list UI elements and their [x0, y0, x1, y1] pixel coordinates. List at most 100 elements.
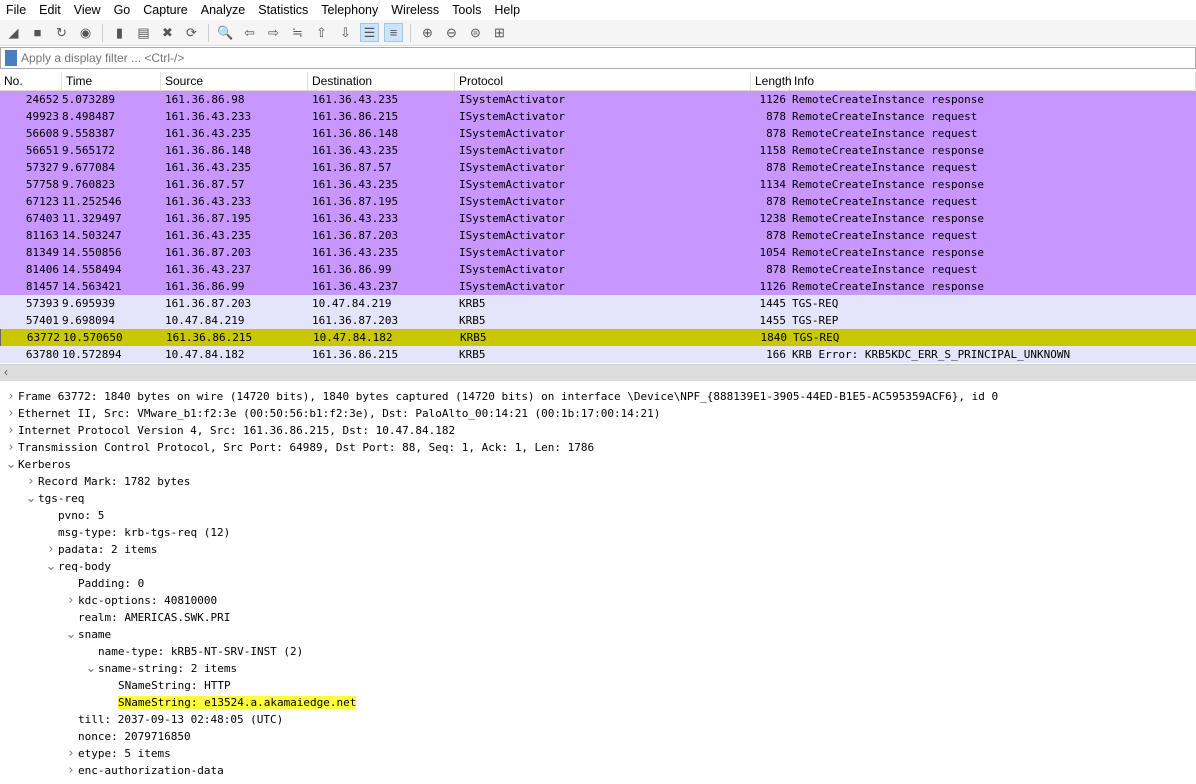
detail-item[interactable]: ⌄ Kerberos	[0, 456, 1196, 473]
detail-item[interactable]: › etype: 5 items	[0, 745, 1196, 762]
zoom-in-icon[interactable]: ⊕	[418, 23, 437, 42]
detail-item[interactable]: › enc-authorization-data	[0, 762, 1196, 779]
scroll-left-icon[interactable]: ‹	[4, 365, 8, 379]
detail-item[interactable]: name-type: kRB5-NT-SRV-INST (2)	[0, 643, 1196, 660]
autoscroll-icon[interactable]: ☰	[360, 23, 379, 42]
chevron-right-icon[interactable]: ›	[64, 745, 78, 762]
chevron-down-icon[interactable]: ⌄	[44, 558, 58, 575]
detail-item[interactable]: nonce: 2079716850	[0, 728, 1196, 745]
detail-item[interactable]: realm: AMERICAS.SWK.PRI	[0, 609, 1196, 626]
go-last-icon[interactable]: ⇩	[336, 23, 355, 42]
menu-analyze[interactable]: Analyze	[201, 3, 245, 17]
column-time[interactable]: Time	[62, 72, 161, 90]
detail-item[interactable]: ⌄ tgs-req	[0, 490, 1196, 507]
detail-item[interactable]: pvno: 5	[0, 507, 1196, 524]
chevron-right-icon[interactable]: ›	[64, 592, 78, 609]
chevron-right-icon[interactable]: ›	[44, 541, 58, 558]
detail-item[interactable]: till: 2037-09-13 02:48:05 (UTC)	[0, 711, 1196, 728]
chevron-right-icon[interactable]: ›	[24, 473, 38, 490]
column-protocol[interactable]: Protocol	[455, 72, 751, 90]
packet-row[interactable]: 81457 14.563421 161.36.86.99 161.36.43.237 I…	[0, 278, 1196, 295]
zoom-reset-icon[interactable]: ⊜	[466, 23, 485, 42]
shark-fin-start-icon[interactable]: ◢	[4, 23, 23, 42]
detail-item[interactable]: msg-type: krb-tgs-req (12)	[0, 524, 1196, 541]
packet-row[interactable]: 49923 8.498487 161.36.43.233 161.36.86.215 I…	[0, 108, 1196, 125]
packet-row[interactable]: 63780 10.572894 10.47.84.182 161.36.86.215 K…	[0, 346, 1196, 363]
packet-row[interactable]: 24652 5.073289 161.36.86.98 161.36.43.235 IS…	[0, 91, 1196, 108]
detail-item[interactable]: ⌄ sname	[0, 626, 1196, 643]
packet-row[interactable]: 57401 9.698094 10.47.84.219 161.36.87.203 KR…	[0, 312, 1196, 329]
menu-telephony[interactable]: Telephony	[321, 3, 378, 17]
packet-row[interactable]: 67123 11.252546 161.36.43.233 161.36.87.195…	[0, 193, 1196, 210]
menu-statistics[interactable]: Statistics	[258, 3, 308, 17]
go-forward-icon[interactable]: ⇨	[264, 23, 283, 42]
menu-edit[interactable]: Edit	[39, 3, 61, 17]
cell-info: TGS-REP	[792, 314, 839, 327]
menu-go[interactable]: Go	[114, 3, 131, 17]
packet-row[interactable]: 81349 14.550856 161.36.87.203 161.36.43.235…	[0, 244, 1196, 261]
bookmark-icon[interactable]	[5, 50, 17, 66]
menu-view[interactable]: View	[74, 3, 101, 17]
save-file-icon[interactable]: ▤	[134, 23, 153, 42]
packet-row[interactable]: 57327 9.677084 161.36.43.235 161.36.87.57 IS…	[0, 159, 1196, 176]
display-filter-input[interactable]	[21, 51, 1195, 65]
detail-item[interactable]: ⌄ req-body	[0, 558, 1196, 575]
open-file-icon[interactable]: ▮	[110, 23, 129, 42]
chevron-right-icon[interactable]: ›	[4, 439, 18, 456]
menu-file[interactable]: File	[6, 3, 26, 17]
column-info[interactable]: Info	[790, 72, 1196, 90]
find-packet-icon[interactable]: 🔍	[216, 23, 235, 42]
detail-item[interactable]: › kdc-options: 40810000	[0, 592, 1196, 609]
detail-item[interactable]: ⌄ sname-string: 2 items	[0, 660, 1196, 677]
resize-columns-icon[interactable]: ⊞	[490, 23, 509, 42]
detail-item[interactable]: SNameString: e13524.a.akamaiedge.net	[0, 694, 1196, 711]
detail-item[interactable]: Padding: 0	[0, 575, 1196, 592]
packet-row[interactable]: 81163 14.503247 161.36.43.235 161.36.87.203…	[0, 227, 1196, 244]
stop-icon[interactable]: ■	[28, 23, 47, 42]
detail-item[interactable]: › Internet Protocol Version 4, Src: 161.3…	[0, 422, 1196, 439]
capture-options-icon[interactable]: ◉	[76, 23, 95, 42]
detail-item[interactable]: › padata: 2 items	[0, 541, 1196, 558]
chevron-right-icon[interactable]: ›	[4, 388, 18, 405]
cell-protocol: ISystemActivator	[459, 246, 565, 259]
go-back-icon[interactable]: ⇦	[240, 23, 259, 42]
chevron-down-icon[interactable]: ⌄	[24, 490, 38, 507]
packet-row[interactable]: 67403 11.329497 161.36.87.195 161.36.43.233…	[0, 210, 1196, 227]
packet-row[interactable]: 63772 10.570650 161.36.86.215 10.47.84.182 K…	[0, 329, 1196, 346]
go-to-packet-icon[interactable]: ≒	[288, 23, 307, 42]
column-no[interactable]: No.	[0, 72, 62, 90]
menu-capture[interactable]: Capture	[143, 3, 187, 17]
chevron-right-icon[interactable]: ›	[4, 405, 18, 422]
chevron-down-icon[interactable]: ⌄	[64, 626, 78, 643]
toolbar-separator	[410, 23, 411, 42]
zoom-out-icon[interactable]: ⊖	[442, 23, 461, 42]
chevron-down-icon[interactable]: ⌄	[84, 660, 98, 677]
packet-row[interactable]: 57393 9.695939 161.36.87.203 10.47.84.219 KR…	[0, 295, 1196, 312]
detail-item[interactable]: SNameString: HTTP	[0, 677, 1196, 694]
chevron-right-icon[interactable]: ›	[4, 422, 18, 439]
packet-row[interactable]: 81406 14.558494 161.36.43.237 161.36.86.99 I…	[0, 261, 1196, 278]
detail-item[interactable]: › Transmission Control Protocol, Src Port…	[0, 439, 1196, 456]
detail-item[interactable]: › Ethernet II, Src: VMware_b1:f2:3e (00:5…	[0, 405, 1196, 422]
go-first-icon[interactable]: ⇧	[312, 23, 331, 42]
menu-tools[interactable]: Tools	[452, 3, 481, 17]
horizontal-scrollbar[interactable]: ‹	[0, 364, 1196, 381]
cell-destination: 161.36.87.57	[312, 161, 392, 174]
column-destination[interactable]: Destination	[308, 72, 455, 90]
detail-text: sname	[78, 628, 112, 641]
colorize-icon[interactable]: ≡	[384, 23, 403, 42]
chevron-down-icon[interactable]: ⌄	[4, 456, 18, 473]
reload-file-icon[interactable]: ⟳	[182, 23, 201, 42]
menu-wireless[interactable]: Wireless	[391, 3, 439, 17]
restart-icon[interactable]: ↻	[52, 23, 71, 42]
detail-item[interactable]: › Record Mark: 1782 bytes	[0, 473, 1196, 490]
menu-help[interactable]: Help	[494, 3, 520, 17]
packet-row[interactable]: 56608 9.558387 161.36.43.235 161.36.86.148 I…	[0, 125, 1196, 142]
detail-item[interactable]: › Frame 63772: 1840 bytes on wire (14720 …	[0, 388, 1196, 405]
packet-row[interactable]: 56651 9.565172 161.36.86.148 161.36.43.235 I…	[0, 142, 1196, 159]
packet-row[interactable]: 57758 9.760823 161.36.87.57 161.36.43.235 IS…	[0, 176, 1196, 193]
column-length[interactable]: Length	[751, 72, 792, 90]
close-file-icon[interactable]: ✖	[158, 23, 177, 42]
chevron-right-icon[interactable]: ›	[64, 762, 78, 779]
column-source[interactable]: Source	[161, 72, 308, 90]
